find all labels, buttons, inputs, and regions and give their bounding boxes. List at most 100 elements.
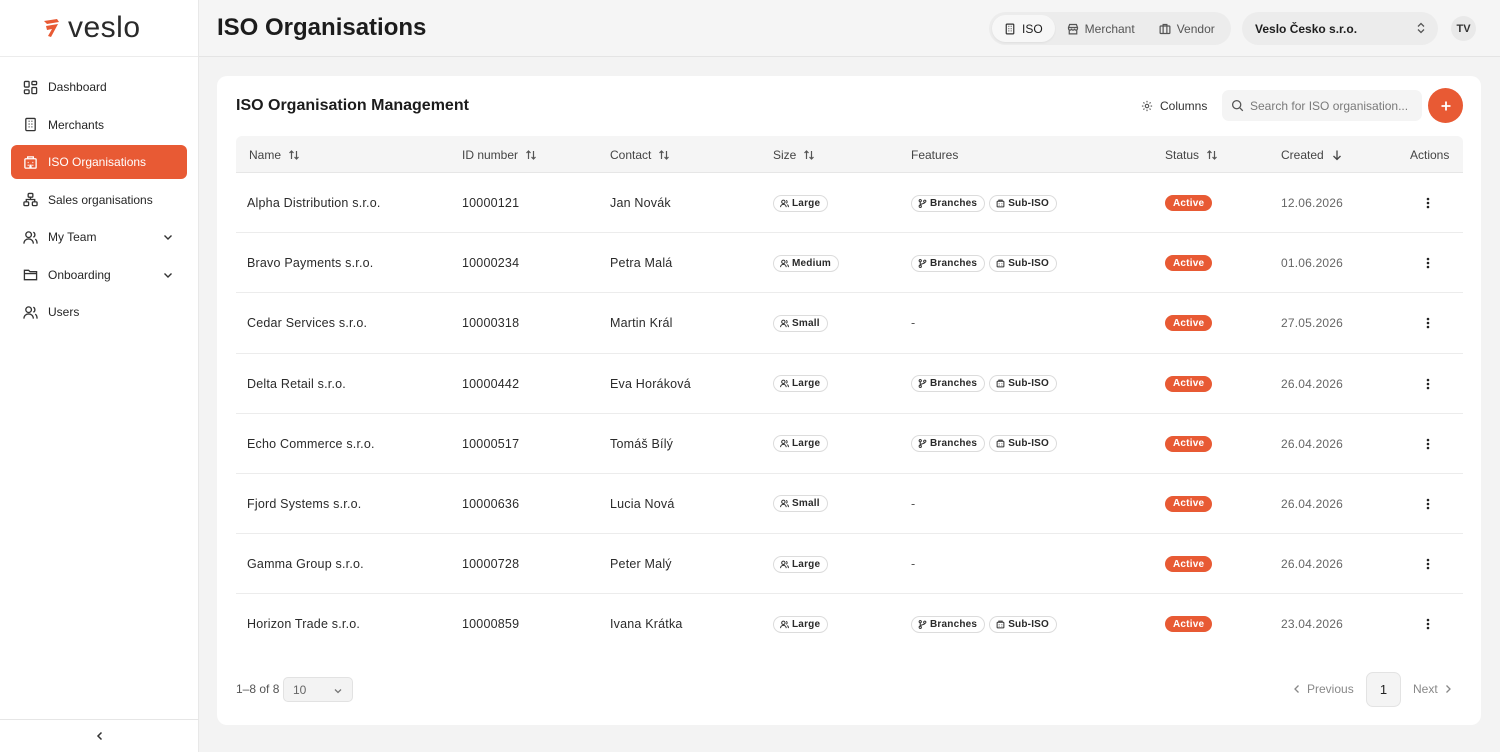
row-actions-button[interactable] — [1424, 173, 1432, 233]
column-header-status[interactable]: Status — [1165, 136, 1218, 173]
page-number-button[interactable]: 1 — [1366, 672, 1401, 707]
row-actions-button[interactable] — [1424, 594, 1432, 654]
org-id: 10000318 — [462, 316, 520, 331]
chevron-left-icon — [1294, 685, 1299, 693]
building-icon — [996, 199, 1005, 207]
org-name: Echo Commerce s.r.o. — [247, 436, 375, 451]
next-page-button[interactable]: Next — [1413, 682, 1452, 696]
logo[interactable]: veslo — [0, 0, 198, 57]
status-cell: Active — [1165, 534, 1213, 594]
column-header-label: Contact — [610, 147, 652, 162]
table-row[interactable]: Alpha Distribution s.r.o. 10000121 Jan Nov… — [236, 173, 1463, 234]
sidebar-item-my-team[interactable]: My Team — [11, 220, 187, 254]
table-row[interactable]: Echo Commerce s.r.o. 10000517 Tomáš Bílý La… — [236, 414, 1463, 474]
sidebar-item-merchants[interactable]: Merchants — [11, 108, 187, 142]
features-cell: - — [911, 474, 915, 534]
tab-vendor[interactable]: Vendor — [1147, 15, 1227, 42]
tab-iso[interactable]: ISO — [992, 15, 1055, 42]
status-cell: Active — [1165, 474, 1213, 534]
tab-label: Merchant — [1084, 21, 1135, 36]
sidebar-item-dashboard[interactable]: Dashboard — [11, 70, 187, 104]
people-icon — [780, 560, 789, 568]
feature-label: Sub-ISO — [1008, 257, 1050, 269]
chevron-down-icon[interactable] — [161, 230, 175, 244]
tab-merchant[interactable]: Merchant — [1055, 15, 1147, 42]
status-cell: Active — [1165, 293, 1213, 353]
row-actions-button[interactable] — [1424, 354, 1432, 414]
org-name: Cedar Services s.r.o. — [247, 316, 368, 331]
pagination-range: 1–8 of 8 — [236, 682, 280, 696]
size-cell: Medium — [773, 233, 839, 293]
chevron-up-down-icon — [1417, 22, 1425, 34]
features-cell: Branches Sub-ISO — [911, 233, 1058, 293]
column-header-created[interactable]: Created — [1281, 136, 1343, 173]
previous-label: Previous — [1307, 682, 1354, 696]
created-date: 26.04.2026 — [1281, 557, 1344, 572]
more-vertical-icon — [1426, 318, 1430, 329]
size-badge: Large — [773, 194, 829, 212]
more-vertical-icon — [1426, 438, 1430, 450]
table-row[interactable]: Fjord Systems s.r.o. 10000636 Lucia Nová Sm… — [236, 474, 1463, 535]
sort-icon — [1207, 149, 1217, 160]
org-contact: Ivana Krátka — [610, 617, 683, 632]
status-cell: Active — [1165, 233, 1213, 293]
more-vertical-icon — [1426, 619, 1430, 630]
org-name: Fjord Systems s.r.o. — [247, 496, 362, 511]
table-row[interactable]: Horizon Trade s.r.o. 10000859 Ivana Krátka… — [236, 594, 1463, 654]
collapse-sidebar-button[interactable] — [0, 719, 199, 752]
size-badge: Medium — [773, 254, 839, 272]
table-row[interactable]: Bravo Payments s.r.o. 10000234 Petra Malá M… — [236, 233, 1463, 294]
table-header: Name ID number Contact Size Features Sta… — [236, 136, 1463, 173]
arrow-down-icon — [1332, 150, 1341, 160]
row-actions-button[interactable] — [1424, 534, 1432, 594]
organisation-select[interactable]: Veslo Česko s.r.o. — [1242, 12, 1438, 45]
building-icon — [996, 620, 1005, 629]
sidebar-item-label: Onboarding — [48, 267, 111, 282]
column-header-size[interactable]: Size — [773, 136, 815, 173]
status-cell: Active — [1165, 594, 1213, 654]
row-actions-button[interactable] — [1424, 233, 1432, 293]
feature-badge-branches: Branches — [911, 194, 986, 212]
size-label: Large — [792, 558, 821, 570]
created-date: 26.04.2026 — [1281, 496, 1344, 511]
sort-icon — [289, 149, 299, 160]
columns-button[interactable]: Columns — [1141, 96, 1207, 116]
sidebar: veslo Dashboard Merchants ISO Organisati… — [0, 0, 199, 752]
table-row[interactable]: Cedar Services s.r.o. 10000318 Martin Král… — [236, 293, 1463, 354]
avatar[interactable]: TV — [1451, 16, 1476, 41]
size-badge: Small — [773, 314, 828, 332]
hierarchy-icon — [22, 192, 38, 208]
people-icon — [780, 620, 789, 629]
previous-page-button[interactable]: Previous — [1293, 682, 1354, 696]
chevron-down-icon[interactable] — [161, 268, 175, 282]
row-actions-button[interactable] — [1424, 414, 1432, 474]
created-date: 26.04.2026 — [1281, 436, 1344, 451]
org-name: Bravo Payments s.r.o. — [247, 256, 374, 271]
sidebar-item-iso-organisations[interactable]: ISO Organisations — [11, 145, 187, 179]
add-iso-organisation-button[interactable] — [1428, 88, 1463, 123]
search-input[interactable] — [1250, 98, 1415, 113]
created-date: 27.05.2026 — [1281, 316, 1344, 331]
people-icon — [780, 259, 789, 267]
row-actions-button[interactable] — [1424, 474, 1432, 534]
sidebar-item-label: Users — [48, 305, 80, 319]
status-badge: Active — [1165, 495, 1213, 512]
features-cell: Branches Sub-ISO — [911, 173, 1058, 233]
column-header-contact[interactable]: Contact — [610, 136, 670, 173]
table-row[interactable]: Gamma Group s.r.o. 10000728 Peter Malý Larg… — [236, 534, 1463, 595]
building-icon — [996, 259, 1005, 268]
features-cell: Branches Sub-ISO — [911, 594, 1058, 654]
page-size-select[interactable]: 10 — [283, 677, 353, 702]
org-id: 10000517 — [462, 436, 520, 451]
sidebar-item-sales-organisations[interactable]: Sales organisations — [11, 183, 187, 217]
table-row[interactable]: Delta Retail s.r.o. 10000442 Eva Horáková L… — [236, 354, 1463, 414]
feature-label: Sub-ISO — [1008, 438, 1050, 450]
sidebar-item-users[interactable]: Users — [11, 295, 187, 329]
feature-label: Sub-ISO — [1008, 378, 1050, 390]
sidebar-item-onboarding[interactable]: Onboarding — [11, 258, 187, 292]
column-header-id[interactable]: ID number — [462, 136, 537, 173]
size-label: Medium — [792, 257, 831, 269]
column-header-name[interactable]: Name — [249, 136, 300, 173]
row-actions-button[interactable] — [1424, 293, 1432, 353]
size-label: Large — [792, 378, 821, 390]
